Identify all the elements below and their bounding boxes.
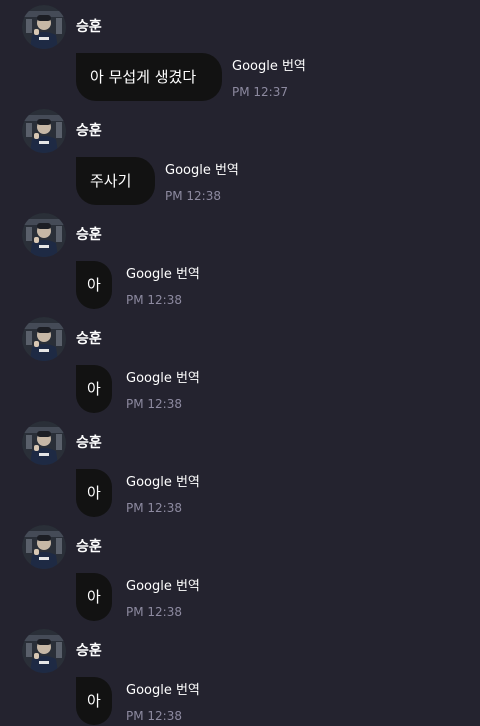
message-bubble[interactable]: 주사기 — [76, 157, 155, 205]
chat-message: 승훈아 Google 번역 PM 12:38 — [0, 629, 480, 726]
avatar[interactable] — [22, 213, 66, 257]
google-translate-link[interactable]: Google 번역 — [126, 683, 200, 699]
sender-name: 승훈 — [76, 19, 102, 35]
message-timestamp: PM 12:38 — [126, 293, 182, 307]
avatar[interactable] — [22, 525, 66, 569]
chat-message: 승훈아 무섭게 생겼다 Google 번역 PM 12:37 — [0, 5, 480, 109]
chat-message: 승훈아 Google 번역 PM 12:38 — [0, 525, 480, 629]
message-bubble[interactable]: 아 — [76, 261, 112, 309]
google-translate-link[interactable]: Google 번역 — [126, 267, 200, 283]
google-translate-link[interactable]: Google 번역 — [232, 59, 306, 75]
google-translate-link[interactable]: Google 번역 — [126, 579, 200, 595]
message-timestamp: PM 12:38 — [126, 605, 182, 619]
avatar[interactable] — [22, 317, 66, 361]
message-bubble[interactable]: 아 — [76, 677, 112, 725]
message-bubble[interactable]: 아 무섭게 생겼다 — [76, 53, 222, 101]
sender-name: 승훈 — [76, 123, 102, 139]
avatar[interactable] — [22, 5, 66, 49]
message-timestamp: PM 12:38 — [126, 709, 182, 723]
message-timestamp: PM 12:38 — [165, 189, 221, 203]
message-bubble[interactable]: 아 — [76, 469, 112, 517]
message-bubble[interactable]: 아 — [76, 365, 112, 413]
sender-name: 승훈 — [76, 227, 102, 243]
message-timestamp: PM 12:38 — [126, 501, 182, 515]
sender-name: 승훈 — [76, 643, 102, 659]
chat-message: 승훈주사기 Google 번역 PM 12:38 — [0, 109, 480, 213]
avatar[interactable] — [22, 629, 66, 673]
chat-message: 승훈아 Google 번역 PM 12:38 — [0, 317, 480, 421]
message-bubble[interactable]: 아 — [76, 573, 112, 621]
sender-name: 승훈 — [76, 539, 102, 555]
sender-name: 승훈 — [76, 435, 102, 451]
message-timestamp: PM 12:37 — [232, 85, 288, 99]
avatar[interactable] — [22, 109, 66, 153]
google-translate-link[interactable]: Google 번역 — [126, 475, 200, 491]
chat-message: 승훈아 Google 번역 PM 12:38 — [0, 213, 480, 317]
sender-name: 승훈 — [76, 331, 102, 347]
chat-message-list: 승훈 아 무섭게 생겼다 Google 번역 PM 12:37 승훈 주사기 Google … — [0, 0, 480, 726]
chat-message: 승훈아 Google 번역 PM 12:38 — [0, 421, 480, 525]
avatar[interactable] — [22, 421, 66, 465]
google-translate-link[interactable]: Google 번역 — [165, 163, 239, 179]
message-timestamp: PM 12:38 — [126, 397, 182, 411]
google-translate-link[interactable]: Google 번역 — [126, 371, 200, 387]
